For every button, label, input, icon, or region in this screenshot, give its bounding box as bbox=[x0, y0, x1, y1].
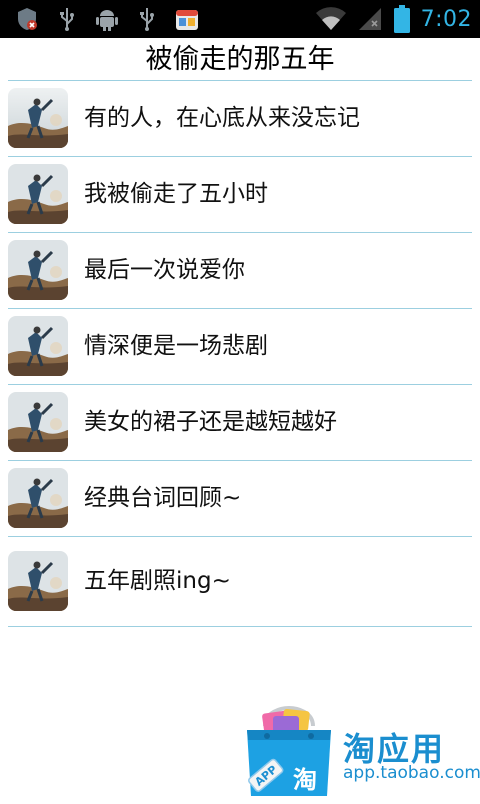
system-icons: 7:02 bbox=[315, 4, 472, 34]
signal-icon bbox=[357, 6, 383, 32]
list-item[interactable]: 我被偷走了五小时 bbox=[8, 157, 472, 233]
list-item[interactable]: 经典台词回顾~ bbox=[8, 461, 472, 537]
thumbnail-image bbox=[8, 240, 68, 300]
brand-url: app.taobao.com bbox=[343, 763, 480, 783]
list-item-label: 经典台词回顾~ bbox=[84, 485, 242, 511]
list-item[interactable]: 情深便是一场悲剧 bbox=[8, 309, 472, 385]
list-item-label: 有的人，在心底从来没忘记 bbox=[84, 105, 360, 131]
thumbnail-image bbox=[8, 164, 68, 224]
usb-icon bbox=[54, 6, 80, 32]
thumbnail-image bbox=[8, 551, 68, 611]
thumbnail-image bbox=[8, 88, 68, 148]
list-item[interactable]: 五年剧照ing~ bbox=[8, 537, 472, 627]
list-item[interactable]: 有的人，在心底从来没忘记 bbox=[8, 81, 472, 157]
battery-icon bbox=[393, 5, 411, 33]
notification-icons bbox=[14, 5, 200, 33]
store-icon bbox=[174, 6, 200, 32]
shield-icon bbox=[14, 6, 40, 32]
wifi-icon bbox=[315, 6, 347, 32]
list-item-label: 最后一次说爱你 bbox=[84, 257, 245, 283]
thumbnail-image bbox=[8, 468, 68, 528]
thumbnail-image bbox=[8, 316, 68, 376]
shopping-bag-icon: APP 淘 bbox=[243, 705, 335, 800]
thumbnail-image bbox=[8, 392, 68, 452]
status-bar: 7:02 bbox=[0, 0, 480, 38]
bag-character: 淘 bbox=[293, 766, 317, 794]
page-title: 被偷走的那五年 bbox=[145, 44, 335, 75]
taobao-app-banner[interactable]: APP 淘 淘应用 app.taobao.com bbox=[243, 705, 480, 800]
list-item-label: 情深便是一场悲剧 bbox=[84, 333, 268, 359]
list-item[interactable]: 最后一次说爱你 bbox=[8, 233, 472, 309]
article-list: 有的人，在心底从来没忘记 我被偷走了五小时 最后一次说爱你 情深便是一场悲剧 美… bbox=[8, 81, 472, 627]
clock: 7:02 bbox=[420, 6, 472, 32]
list-item-label: 五年剧照ing~ bbox=[84, 568, 231, 594]
list-item-label: 美女的裙子还是越短越好 bbox=[84, 409, 337, 435]
list-item-label: 我被偷走了五小时 bbox=[84, 181, 268, 207]
list-item[interactable]: 美女的裙子还是越短越好 bbox=[8, 385, 472, 461]
android-debug-icon bbox=[94, 6, 120, 32]
usb-icon bbox=[134, 6, 160, 32]
